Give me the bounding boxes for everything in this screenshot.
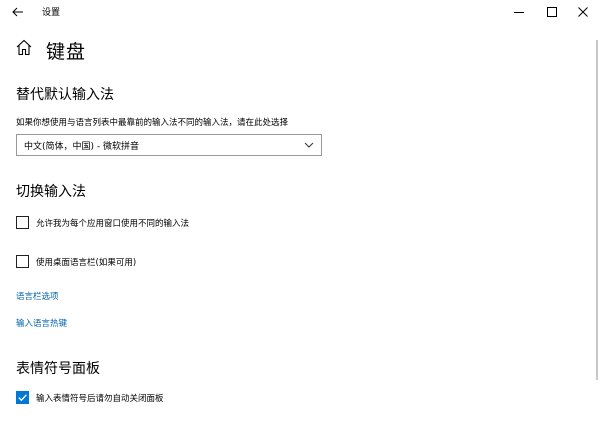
input-language-hotkeys-link[interactable]: 输入语言热键 [16,317,67,329]
emoji-panel-checkbox[interactable] [16,391,29,404]
default-input-description: 如果你想使用与语言列表中最靠前的输入法不同的输入法，请在此处选择 [16,118,289,128]
emoji-panel-label: 输入表情符号后请勿自动关闭面板 [36,393,164,404]
language-bar-options-link[interactable]: 语言栏选项 [16,290,59,302]
desktop-language-bar-checkbox[interactable] [16,255,29,268]
per-app-input-option[interactable]: 允许我为每个应用窗口使用不同的输入法 [16,216,189,229]
title-bar: 设置 [0,0,600,24]
close-button[interactable] [566,0,600,24]
default-input-dropdown[interactable]: 中文(简体，中国) - 微软拼音 [16,134,322,156]
minimize-icon [514,12,524,13]
back-arrow-icon [12,7,23,17]
per-app-input-label: 允许我为每个应用窗口使用不同的输入法 [36,218,190,229]
home-icon[interactable] [15,38,33,58]
emoji-panel-option[interactable]: 输入表情符号后请勿自动关闭面板 [16,391,164,404]
minimize-button[interactable] [502,0,536,24]
maximize-button[interactable] [535,0,569,24]
scrollbar[interactable] [596,40,598,380]
checkmark-icon [17,393,27,401]
window-title: 设置 [42,8,61,18]
default-input-heading: 替代默认输入法 [16,87,114,103]
desktop-language-bar-label: 使用桌面语言栏(如果可用) [36,257,137,268]
switch-input-heading: 切换输入法 [16,184,86,200]
desktop-language-bar-option[interactable]: 使用桌面语言栏(如果可用) [16,255,136,268]
close-icon [578,7,588,17]
per-app-input-checkbox[interactable] [16,216,29,229]
emoji-panel-heading: 表情符号面板 [16,361,100,377]
back-button[interactable] [4,0,32,24]
page-title: 键盘 [46,41,87,63]
dropdown-selected-value: 中文(简体，中国) - 微软拼音 [24,141,139,152]
maximize-icon [547,7,557,17]
chevron-down-icon [304,142,314,148]
